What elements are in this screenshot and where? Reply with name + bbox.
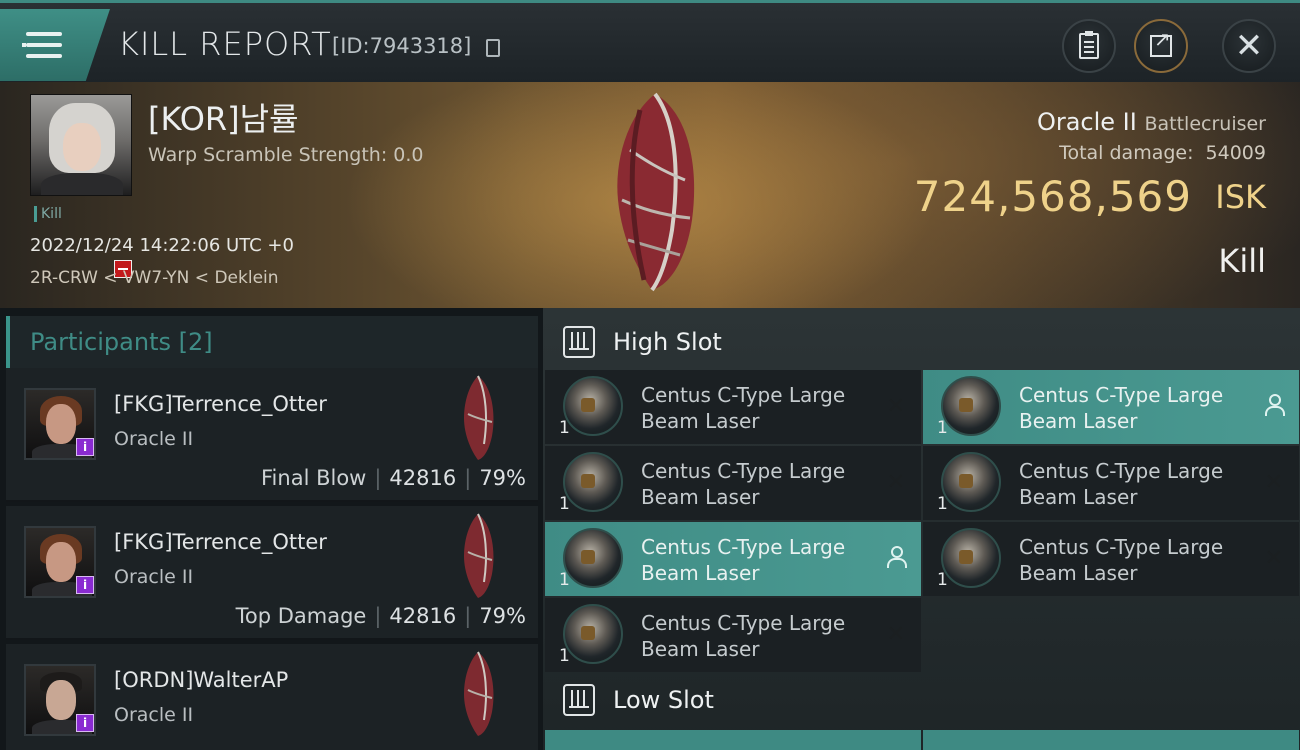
module-name: Centus C-Type Large Beam Laser [641, 383, 846, 433]
participant-ship: Oracle II [114, 704, 194, 726]
participant-name: [ORDN]WalterAP [114, 668, 289, 692]
beam-laser-icon [563, 604, 623, 664]
module-slot[interactable]: 1 Centus C-Type Large Beam Laser [545, 522, 921, 596]
isk-value: 724,568,569 [913, 172, 1192, 221]
fitting-panel: High Slot 1 Centus C-Type Large Beam Las… [543, 308, 1300, 750]
participants-header: Participants [2] [6, 316, 538, 368]
module-name: Centus C-Type Large Beam Laser [641, 535, 846, 585]
close-icon: ✕ [1234, 26, 1264, 66]
victim-avatar[interactable] [30, 94, 132, 196]
low-slot-header: Low Slot [543, 670, 1300, 730]
participants-label: Participants [2] [30, 328, 213, 356]
module-qty: 1 [937, 418, 948, 438]
beam-laser-icon [563, 528, 623, 588]
participant-row[interactable]: i [FKG]Terrence_Otter Oracle II Top Dama… [6, 506, 538, 640]
total-damage-value: 54009 [1205, 142, 1266, 164]
role-badge-icon: i [76, 576, 94, 594]
share-icon [1150, 27, 1172, 57]
dropped-icon [885, 546, 907, 568]
beam-laser-icon [563, 376, 623, 436]
participant-ship: Oracle II [114, 566, 194, 588]
copy-icon[interactable] [486, 39, 500, 57]
participant-name: [FKG]Terrence_Otter [114, 530, 327, 554]
kill-tag: Kill [34, 206, 62, 222]
module-slot[interactable]: 1 Centus C-Type Large Beam Laser [923, 370, 1299, 444]
beam-laser-icon [941, 528, 1001, 588]
victim-ship-name: Oracle II Battlecruiser [1036, 108, 1266, 136]
participant-row[interactable]: i [FKG]Terrence_Otter Oracle II Final Bl… [6, 368, 538, 502]
damage-value: 42816 [389, 604, 457, 628]
kill-result: Kill [1218, 242, 1266, 280]
participants-panel: Participants [2] i [FKG]Terrence_Otter O… [0, 308, 543, 750]
victim-name: [KOR]남률 [148, 100, 299, 138]
module-qty: 1 [937, 570, 948, 590]
participant-ship: Oracle II [114, 428, 194, 450]
low-slot-label: Low Slot [613, 686, 714, 714]
destroyed-icon: ✕ [886, 394, 906, 419]
total-damage: Total damage: 54009 [1059, 142, 1266, 164]
victim-ship-image[interactable] [600, 90, 710, 295]
low-slot-module-partial[interactable] [545, 730, 921, 750]
role-badge-icon: i [76, 438, 94, 456]
menu-icon [22, 32, 62, 58]
kill-datetime: 2022/12/24 14:22:06 UTC +0 [30, 235, 294, 256]
top-bar: KILL REPORT [ID:7943318] ✕ [0, 0, 1300, 82]
participant-stats: Top Damage | 42816 | 79% [235, 604, 526, 628]
high-slot-header: High Slot [543, 312, 1300, 372]
clipboard-button[interactable] [1062, 19, 1116, 73]
dropped-icon [1263, 394, 1285, 416]
warp-scramble-strength: Warp Scramble Strength: 0.0 [148, 144, 424, 166]
stat-label: Top Damage [235, 604, 367, 628]
damage-percent: 79% [479, 604, 526, 628]
beam-laser-icon [941, 452, 1001, 512]
report-id: [ID:7943318] [332, 34, 472, 58]
destroyed-icon: ✕ [886, 470, 906, 495]
beam-laser-icon [941, 376, 1001, 436]
stat-label: Final Blow [261, 466, 367, 490]
module-slot[interactable]: 1 Centus C-Type Large Beam Laser ✕ [545, 370, 921, 444]
destroyed-icon: ✕ [886, 622, 906, 647]
participant-ship-icon [464, 375, 494, 460]
module-name: Centus C-Type Large Beam Laser [641, 611, 846, 661]
participant-row[interactable]: i [ORDN]WalterAP Oracle II [6, 644, 538, 750]
participant-ship-icon [464, 651, 494, 736]
module-qty: 1 [937, 494, 948, 514]
module-slot[interactable]: 1 Centus C-Type Large Beam Laser ✕ [923, 446, 1299, 520]
module-name: Centus C-Type Large Beam Laser [1019, 535, 1224, 585]
destroyed-icon: ✕ [1264, 546, 1284, 571]
participant-name: [FKG]Terrence_Otter [114, 392, 327, 416]
damage-value: 42816 [389, 466, 457, 490]
module-name: Centus C-Type Large Beam Laser [641, 459, 846, 509]
page-title: KILL REPORT [118, 25, 332, 63]
role-badge-icon: i [76, 714, 94, 732]
module-slot[interactable]: 1 Centus C-Type Large Beam Laser ✕ [923, 522, 1299, 596]
module-slot[interactable]: 1 Centus C-Type Large Beam Laser ✕ [545, 598, 921, 672]
module-name: Centus C-Type Large Beam Laser [1019, 383, 1224, 433]
participant-stats: Final Blow | 42816 | 79% [261, 466, 526, 490]
kill-location: 2R-CRW < VW7-YN < Deklein [30, 268, 279, 288]
module-qty: 1 [559, 494, 570, 514]
destroyed-icon: ✕ [1264, 470, 1284, 495]
module-name: Centus C-Type Large Beam Laser [1019, 459, 1224, 509]
clipboard-icon [1079, 31, 1099, 59]
module-qty: 1 [559, 646, 570, 666]
module-qty: 1 [559, 418, 570, 438]
high-slot-icon [563, 326, 595, 358]
low-slot-icon [563, 684, 595, 716]
ship-class: Battlecruiser [1144, 113, 1266, 135]
module-slot[interactable]: 1 Centus C-Type Large Beam Laser ✕ [545, 446, 921, 520]
module-qty: 1 [559, 570, 570, 590]
participant-ship-icon [464, 513, 494, 598]
close-button[interactable]: ✕ [1222, 19, 1276, 73]
high-slot-label: High Slot [613, 328, 722, 356]
beam-laser-icon [563, 452, 623, 512]
kill-summary-banner: [KOR]남률 Warp Scramble Strength: 0.0 Kill… [0, 82, 1300, 308]
share-button[interactable] [1134, 19, 1188, 73]
low-slot-module-partial[interactable] [923, 730, 1299, 750]
isk-unit: ISK [1215, 178, 1266, 216]
menu-button[interactable] [0, 9, 110, 81]
total-damage-label: Total damage: [1059, 142, 1194, 164]
damage-percent: 79% [479, 466, 526, 490]
